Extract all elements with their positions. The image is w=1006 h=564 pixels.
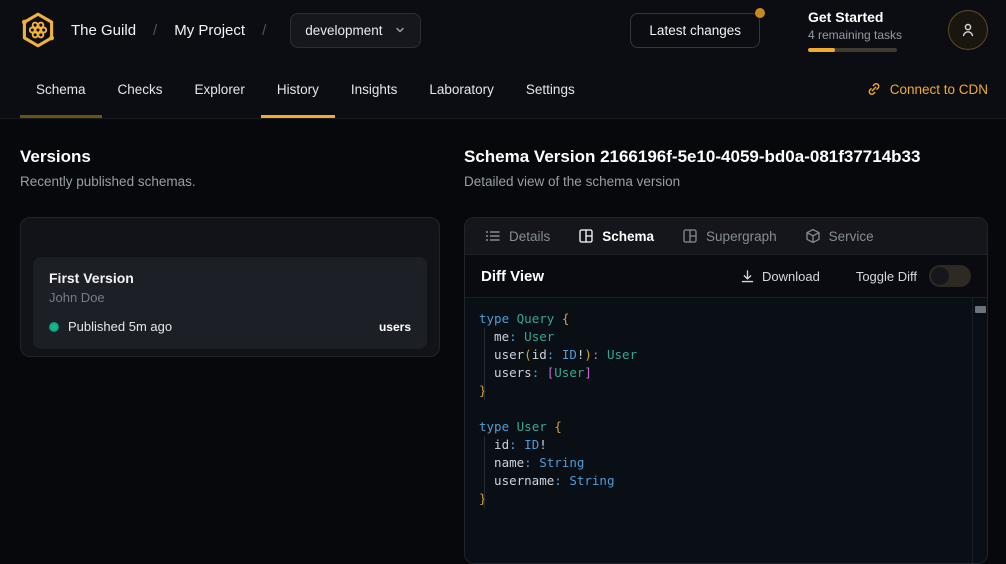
published-status-dot <box>49 322 59 332</box>
topbar-actions: Latest changes Get Started 4 remaining t… <box>630 9 988 52</box>
code-line: name: String <box>479 454 971 472</box>
code-line: user(id: ID!): User <box>479 346 971 364</box>
person-icon <box>959 21 977 39</box>
notification-dot <box>755 8 765 18</box>
get-started-title: Get Started <box>808 9 900 25</box>
detail-tab-schema[interactable]: Schema <box>578 228 654 244</box>
detail-subtitle: Detailed view of the schema version <box>464 174 988 190</box>
breadcrumb: The Guild / My Project / development <box>18 10 421 50</box>
code-line: } <box>479 382 971 400</box>
versions-subtitle: Recently published schemas. <box>20 174 440 190</box>
diff-toggle-thumb <box>931 267 949 285</box>
toggle-diff-label: Toggle Diff <box>856 269 917 284</box>
code-line: users: [User] <box>479 364 971 382</box>
top-region: The Guild / My Project / development Lat… <box>0 0 1006 119</box>
code-scrollbar-thumb[interactable] <box>975 306 986 313</box>
nav-tab-checks[interactable]: Checks <box>102 60 179 118</box>
link-icon <box>866 81 882 97</box>
detail-tab-label: Details <box>509 229 550 244</box>
columns-icon <box>682 228 698 244</box>
diff-view-title: Diff View <box>481 268 544 285</box>
code-line: type Query { <box>479 310 971 328</box>
version-author: John Doe <box>49 290 411 305</box>
breadcrumb-org[interactable]: The Guild <box>71 22 136 39</box>
detail-tab-supergraph[interactable]: Supergraph <box>682 228 777 244</box>
breadcrumb-separator: / <box>153 22 157 39</box>
get-started-subtitle: 4 remaining tasks <box>808 28 900 42</box>
detail-tab-details[interactable]: Details <box>485 228 550 244</box>
detail-tab-label: Supergraph <box>706 229 777 244</box>
detail-tab-service[interactable]: Service <box>805 228 874 244</box>
indent-guide <box>484 328 485 400</box>
versions-panel: Versions Recently published schemas. Fir… <box>20 147 440 563</box>
top-bar: The Guild / My Project / development Lat… <box>0 0 1006 60</box>
detail-box: Details Schema Supergraph <box>464 217 988 564</box>
version-detail-panel: Schema Version 2166196f-5e10-4059-bd0a-0… <box>464 147 988 563</box>
code-content: type Query { me: User user(id: ID!): Use… <box>479 310 971 508</box>
latest-changes-wrap: Latest changes <box>630 13 760 48</box>
hive-logo-icon[interactable] <box>18 10 58 50</box>
indent-guide <box>484 436 485 508</box>
target-dropdown[interactable]: development <box>290 13 420 48</box>
breadcrumb-project[interactable]: My Project <box>174 22 245 39</box>
target-dropdown-value: development <box>305 23 382 38</box>
nav-tab-insights[interactable]: Insights <box>335 60 414 118</box>
code-line: type User { <box>479 418 971 436</box>
cube-icon <box>805 228 821 244</box>
download-button[interactable]: Download <box>734 268 826 285</box>
nav-tab-settings[interactable]: Settings <box>510 60 591 118</box>
nav-tab-laboratory[interactable]: Laboratory <box>413 60 510 118</box>
download-label: Download <box>762 269 820 284</box>
user-menu-button[interactable] <box>948 10 988 50</box>
code-line: me: User <box>479 328 971 346</box>
connect-to-cdn-link[interactable]: Connect to CDN <box>866 60 988 118</box>
detail-tabs: Details Schema Supergraph <box>465 218 987 255</box>
get-started-progress-fill <box>808 48 835 52</box>
get-started-progress-track <box>808 48 897 52</box>
versions-card: First Version John Doe Published 5m ago … <box>20 217 440 357</box>
version-status-row: Published 5m ago users <box>49 319 411 334</box>
diff-view-header: Diff View Download Toggle Diff <box>465 255 987 298</box>
code-line: } <box>479 490 971 508</box>
list-icon <box>485 228 501 244</box>
version-status-text: Published 5m ago <box>68 319 172 334</box>
connect-to-cdn-label: Connect to CDN <box>890 82 988 97</box>
chevron-down-icon <box>394 24 406 36</box>
versions-title: Versions <box>20 147 440 167</box>
nav-tab-history[interactable]: History <box>261 60 335 118</box>
detail-title: Schema Version 2166196f-5e10-4059-bd0a-0… <box>464 147 988 167</box>
nav-tab-schema[interactable]: Schema <box>20 60 102 118</box>
code-line: username: String <box>479 472 971 490</box>
code-scrollbar[interactable] <box>972 298 987 563</box>
code-line <box>479 400 971 418</box>
schema-code-viewer: type Query { me: User user(id: ID!): Use… <box>465 298 987 563</box>
detail-tab-label: Service <box>829 229 874 244</box>
detail-tab-label: Schema <box>602 229 654 244</box>
version-service-badge: users <box>379 320 411 334</box>
main-content: Versions Recently published schemas. Fir… <box>0 119 1006 563</box>
diff-actions: Download Toggle Diff <box>734 265 971 287</box>
nav-tab-explorer[interactable]: Explorer <box>179 60 261 118</box>
version-title: First Version <box>49 270 411 286</box>
main-nav: Schema Checks Explorer History Insights … <box>0 60 1006 119</box>
latest-changes-button[interactable]: Latest changes <box>630 13 760 48</box>
get-started-widget[interactable]: Get Started 4 remaining tasks <box>808 9 900 52</box>
columns-icon <box>578 228 594 244</box>
diff-toggle[interactable] <box>929 265 971 287</box>
version-list-item[interactable]: First Version John Doe Published 5m ago … <box>33 257 427 349</box>
breadcrumb-separator: / <box>262 22 266 39</box>
code-line: id: ID! <box>479 436 971 454</box>
download-icon <box>740 269 755 284</box>
